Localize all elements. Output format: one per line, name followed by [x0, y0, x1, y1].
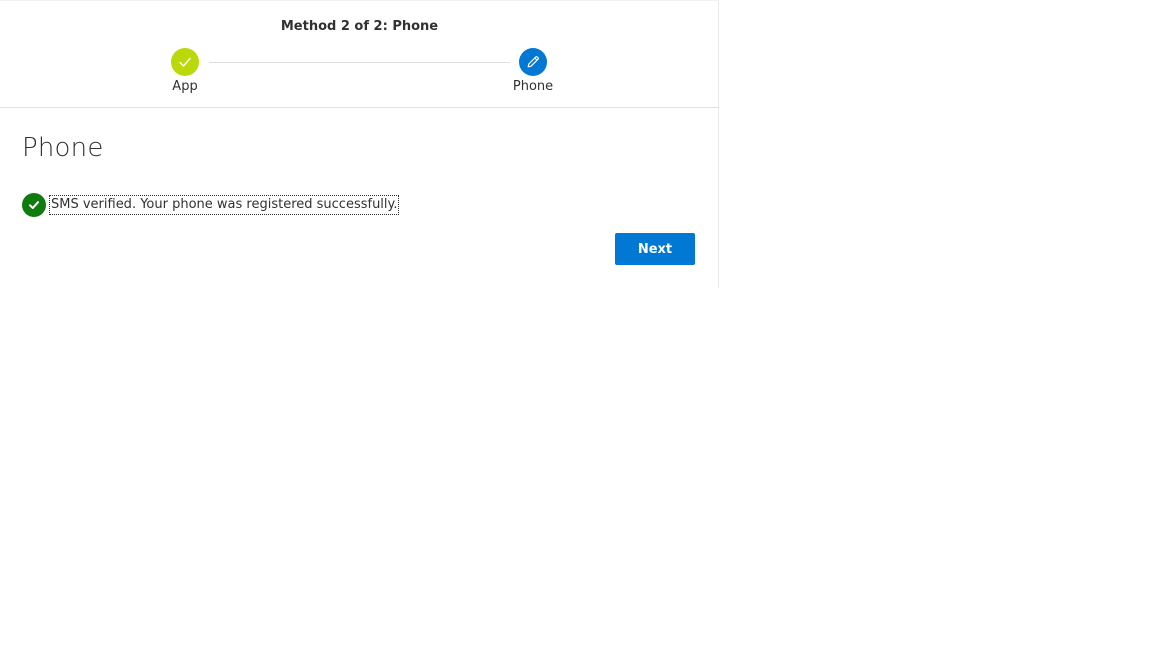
step-phone-current-icon [519, 48, 547, 76]
page-title: Phone [22, 133, 104, 163]
checkmark-icon [179, 57, 191, 67]
step-connector-line [209, 62, 510, 63]
next-button[interactable]: Next [615, 233, 695, 265]
checkmark-circle-icon [29, 201, 39, 209]
method-progress-title: Method 2 of 2: Phone [280, 19, 439, 34]
mfa-setup-panel: Method 2 of 2: Phone App Phone Phone SMS… [0, 0, 719, 288]
step-phone-label: Phone [512, 79, 554, 94]
status-text: SMS verified. Your phone was registered … [49, 195, 399, 215]
step-app-complete-icon [171, 48, 199, 76]
progress-header: Method 2 of 2: Phone App Phone [0, 1, 719, 108]
status-message: SMS verified. Your phone was registered … [22, 193, 399, 217]
step-phone: Phone [493, 48, 573, 94]
step-app-label: App [172, 79, 198, 94]
pencil-icon [527, 56, 539, 68]
step-app: App [145, 48, 225, 94]
success-check-icon [22, 193, 46, 217]
